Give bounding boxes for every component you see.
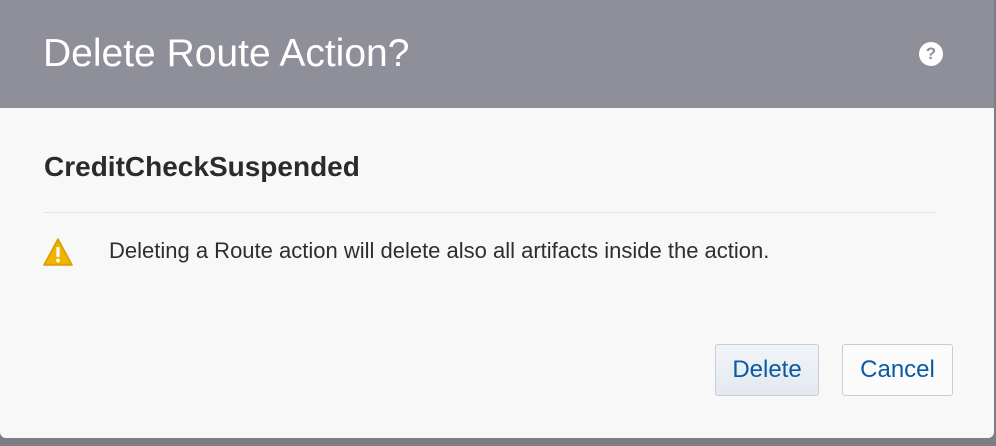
route-action-name: CreditCheckSuspended bbox=[44, 151, 360, 182]
delete-route-action-dialog: Delete Route Action? ? CreditCheckSuspen… bbox=[0, 0, 994, 438]
cancel-button[interactable]: Cancel bbox=[842, 344, 953, 396]
divider bbox=[44, 212, 936, 213]
dialog-header: Delete Route Action? ? bbox=[0, 0, 994, 108]
warning-icon bbox=[43, 238, 73, 266]
dialog-title: Delete Route Action? bbox=[43, 32, 410, 75]
help-icon[interactable]: ? bbox=[919, 42, 943, 66]
warning-message: Deleting a Route action will delete also… bbox=[109, 238, 770, 263]
delete-button[interactable]: Delete bbox=[715, 344, 819, 396]
